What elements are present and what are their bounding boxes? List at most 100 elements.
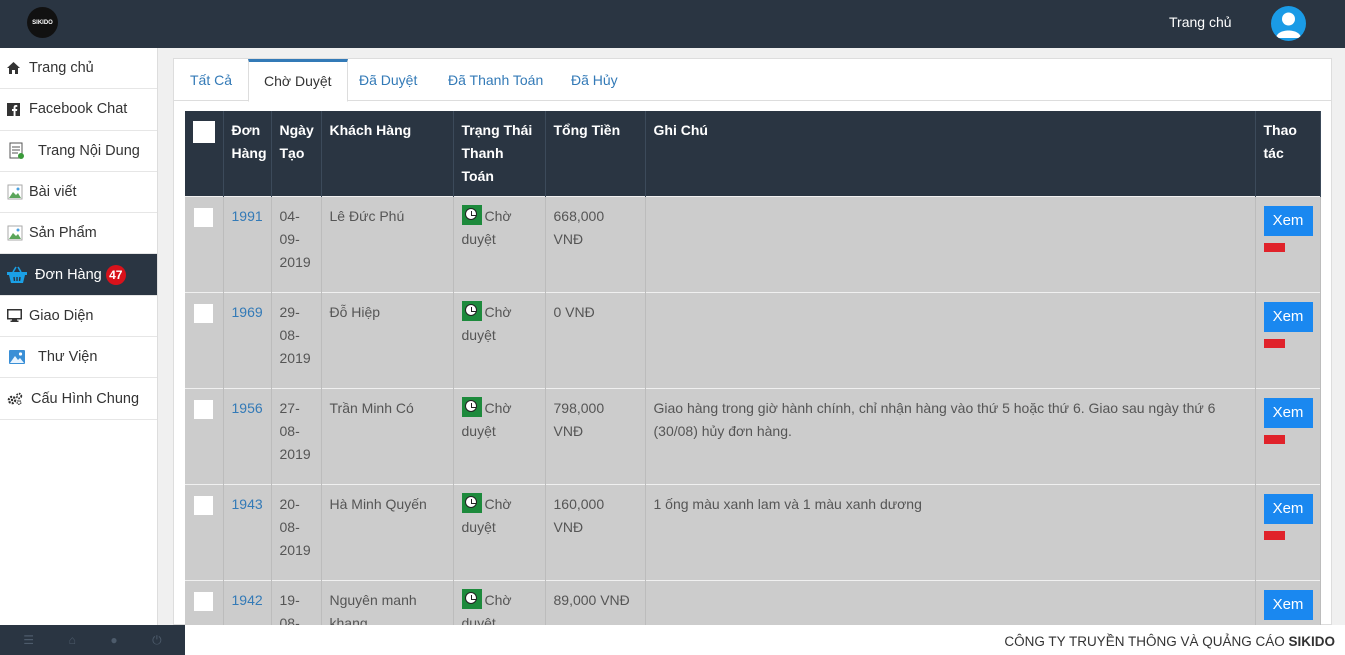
- clock-icon: [461, 493, 482, 513]
- order-id-link[interactable]: 1969: [232, 304, 263, 320]
- select-all-checkbox[interactable]: [193, 121, 215, 143]
- orders-table: Đơn Hàng Ngày Tạo Khách Hàng Trạng Thái …: [185, 111, 1321, 655]
- sidebar-item-label: Cấu Hình Chung: [31, 390, 140, 407]
- facebook-icon: [7, 102, 27, 116]
- header-customer[interactable]: Khách Hàng: [321, 111, 454, 197]
- select-all-cell: [185, 111, 224, 197]
- row-actions: Xem: [1255, 484, 1321, 581]
- payment-status: Chờ duyệt: [453, 388, 546, 485]
- clock-icon: [461, 301, 482, 321]
- footer-company-prefix: CÔNG TY TRUYỀN THÔNG VÀ QUẢNG CÁO: [1004, 634, 1285, 649]
- customer-name: Hà Minh Quyến: [321, 484, 454, 581]
- row-checkbox[interactable]: [193, 207, 214, 228]
- order-note: 1 ống màu xanh lam và 1 màu xanh dương: [645, 484, 1256, 581]
- broken-image-icon: [7, 225, 27, 241]
- order-note: [645, 196, 1256, 293]
- view-button[interactable]: Xem: [1263, 590, 1313, 620]
- header-actions: Thao tác: [1255, 111, 1321, 197]
- table-row: 1956 27-08-2019 Trần Minh Có Chờ duyệt 7…: [185, 388, 1321, 485]
- delete-button[interactable]: [1263, 243, 1285, 252]
- table-header-row: Đơn Hàng Ngày Tạo Khách Hàng Trạng Thái …: [185, 111, 1321, 197]
- menu-icon[interactable]: ☰: [23, 633, 34, 647]
- document-icon: [9, 142, 29, 160]
- avatar[interactable]: [1271, 6, 1306, 41]
- customer-name: Lê Đức Phú: [321, 196, 454, 293]
- top-home-link[interactable]: Trang chủ: [1169, 14, 1232, 30]
- row-actions: Xem: [1255, 196, 1321, 293]
- order-id-link[interactable]: 1991: [232, 208, 263, 224]
- sidebar-item-general-config[interactable]: Cấu Hình Chung: [0, 378, 157, 420]
- payment-status: Chờ duyệt: [453, 292, 546, 389]
- order-total: 0 VNĐ: [545, 292, 646, 389]
- view-button[interactable]: Xem: [1263, 398, 1313, 428]
- header-note[interactable]: Ghi Chú: [645, 111, 1256, 197]
- order-id-link[interactable]: 1943: [232, 496, 263, 512]
- sidebar-item-label: Trang chủ: [29, 60, 94, 77]
- orders-panel: Tất Cả Chờ Duyệt Đã Duyệt Đã Thanh Toán …: [173, 58, 1332, 655]
- table-row: 1991 04-09-2019 Lê Đức Phú Chờ duyệt 668…: [185, 196, 1321, 293]
- row-checkbox[interactable]: [193, 591, 214, 612]
- clock-icon: [461, 589, 482, 609]
- payment-status: Chờ duyệt: [453, 196, 546, 293]
- delete-button[interactable]: [1263, 531, 1285, 540]
- tab-approved[interactable]: Đã Duyệt: [344, 59, 432, 101]
- clock-icon: [461, 205, 482, 225]
- row-checkbox[interactable]: [193, 303, 214, 324]
- sidebar-item-label: Trang Nội Dung: [38, 142, 140, 159]
- delete-button[interactable]: [1263, 339, 1285, 348]
- order-total: 160,000 VNĐ: [545, 484, 646, 581]
- home-icon[interactable]: ⌂: [69, 633, 76, 647]
- logo[interactable]: SIKIDO: [27, 7, 58, 38]
- broken-image-icon: [7, 184, 27, 200]
- footer-company-name: SIKIDO: [1288, 634, 1335, 649]
- row-checkbox[interactable]: [193, 399, 214, 420]
- view-button[interactable]: Xem: [1263, 206, 1313, 236]
- sidebar-item-facebook-chat[interactable]: Facebook Chat: [0, 89, 157, 131]
- power-icon[interactable]: ⏻: [152, 633, 162, 648]
- order-total: 668,000 VNĐ: [545, 196, 646, 293]
- sidebar-item-interface[interactable]: Giao Diện: [0, 296, 157, 338]
- table-row: 1943 20-08-2019 Hà Minh Quyến Chờ duyệt …: [185, 484, 1321, 581]
- payment-status: Chờ duyệt: [453, 484, 546, 581]
- table-row: 1969 29-08-2019 Đỗ Hiệp Chờ duyệt 0 VNĐ …: [185, 292, 1321, 389]
- order-date: 04-09-2019: [271, 196, 322, 293]
- sidebar-item-label: Giao Diện: [29, 307, 94, 324]
- order-date: 27-08-2019: [271, 388, 322, 485]
- logo-text: SIKIDO: [32, 19, 53, 26]
- footer: CÔNG TY TRUYỀN THÔNG VÀ QUẢNG CÁO SIKIDO: [185, 625, 1345, 655]
- sidebar-item-library[interactable]: Thư Viện: [0, 337, 157, 379]
- sidebar-item-orders[interactable]: Đơn Hàng 47: [0, 254, 157, 296]
- sidebar-item-products[interactable]: Sản Phẩm: [0, 213, 157, 255]
- sidebar-item-label: Sản Phẩm: [29, 225, 97, 242]
- view-button[interactable]: Xem: [1263, 302, 1313, 332]
- row-checkbox[interactable]: [193, 495, 214, 516]
- clock-icon: [461, 397, 482, 417]
- tab-paid[interactable]: Đã Thanh Toán: [433, 59, 558, 101]
- order-status-tabs: Tất Cả Chờ Duyệt Đã Duyệt Đã Thanh Toán …: [174, 59, 1331, 102]
- delete-button[interactable]: [1263, 435, 1285, 444]
- view-button[interactable]: Xem: [1263, 494, 1313, 524]
- header-order[interactable]: Đơn Hàng: [223, 111, 272, 197]
- sidebar-item-label: Đơn Hàng: [35, 266, 102, 283]
- sidebar-item-home[interactable]: Trang chủ: [0, 48, 157, 90]
- header-total[interactable]: Tổng Tiền: [545, 111, 646, 197]
- tab-cancelled[interactable]: Đã Hủy: [556, 59, 633, 101]
- sidebar: Trang chủ Facebook Chat Trang Nội Dung B…: [0, 48, 158, 625]
- sidebar-item-label: Facebook Chat: [29, 101, 128, 118]
- orders-table-wrap: Đơn Hàng Ngày Tạo Khách Hàng Trạng Thái …: [185, 111, 1321, 655]
- sidebar-item-posts[interactable]: Bài viết: [0, 172, 157, 214]
- tab-all[interactable]: Tất Cả: [175, 59, 247, 101]
- order-id-link[interactable]: 1956: [232, 400, 263, 416]
- order-id-link[interactable]: 1942: [232, 592, 263, 608]
- user-avatar-icon: [1276, 12, 1301, 38]
- header-payment-status[interactable]: Trạng Thái Thanh Toán: [453, 111, 546, 197]
- sidebar-item-label: Bài viết: [29, 184, 77, 201]
- sidebar-item-content-pages[interactable]: Trang Nội Dung: [0, 131, 157, 172]
- header-date[interactable]: Ngày Tạo: [271, 111, 322, 197]
- image-icon: [9, 350, 29, 365]
- tab-pending[interactable]: Chờ Duyệt: [248, 59, 348, 102]
- user-icon[interactable]: ●: [110, 633, 117, 647]
- basket-icon: [7, 266, 27, 284]
- order-total: 798,000 VNĐ: [545, 388, 646, 485]
- bottom-toolbar: ☰ ⌂ ● ⏻: [0, 625, 185, 655]
